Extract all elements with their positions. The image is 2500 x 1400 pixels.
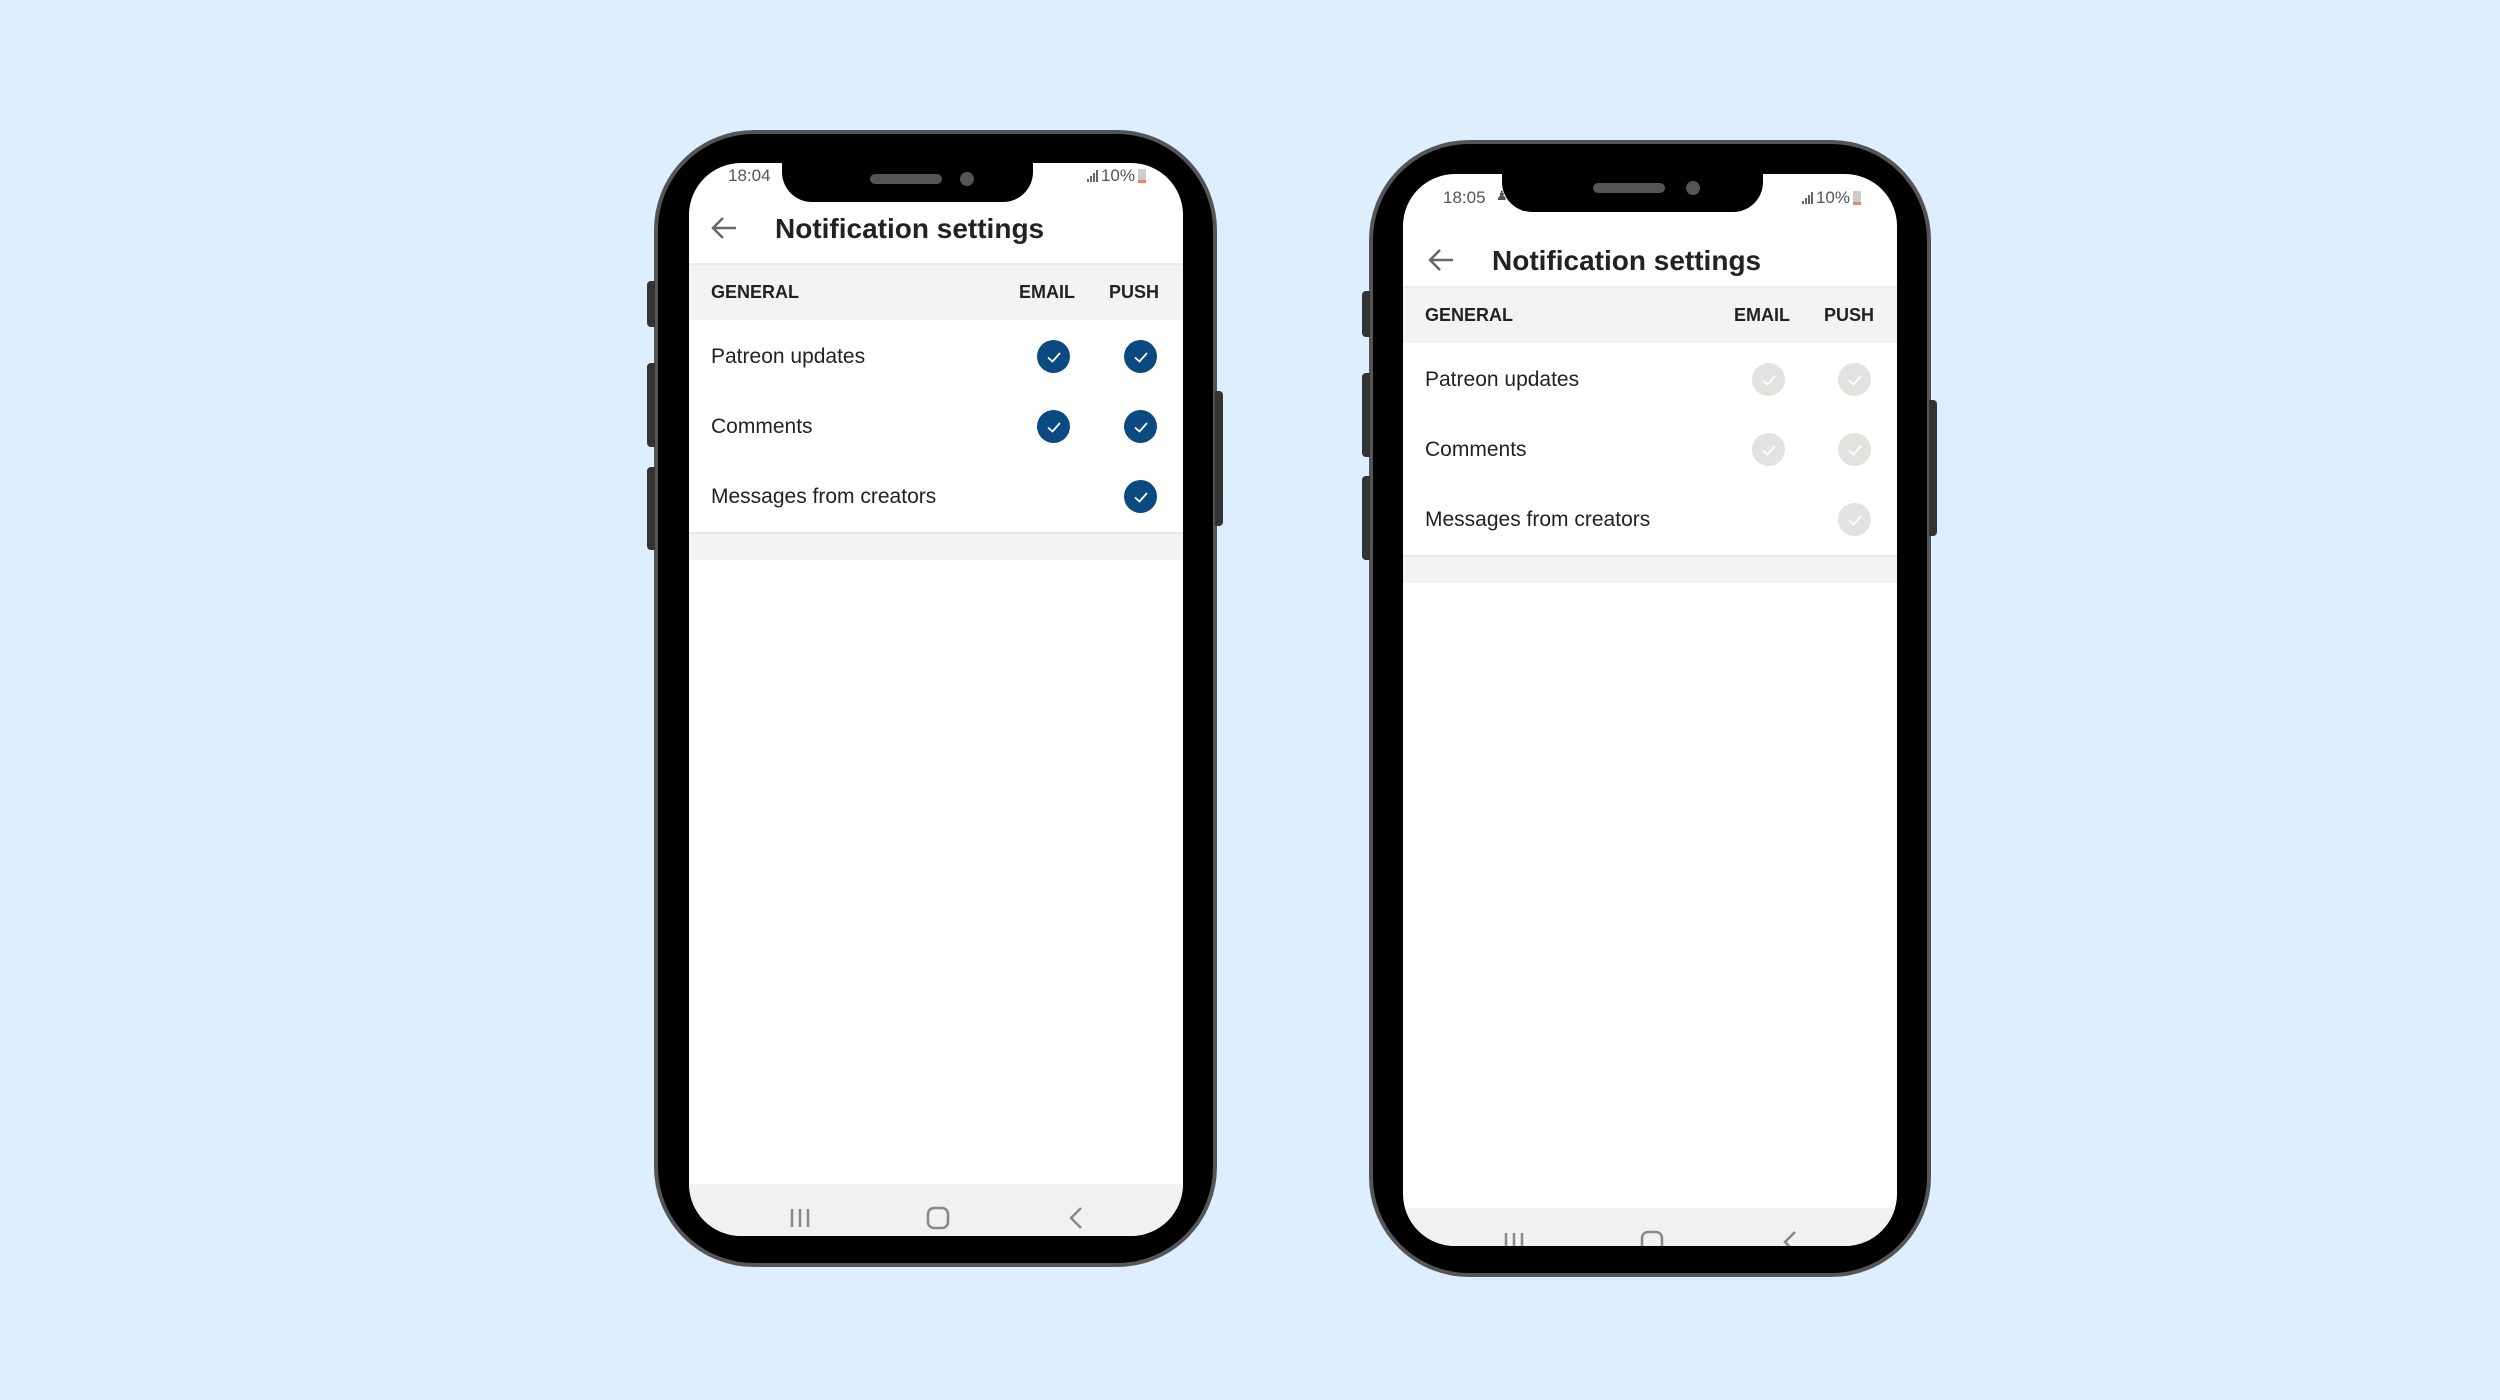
- checkmark-icon: [1761, 374, 1776, 386]
- push-checkbox[interactable]: [1124, 480, 1157, 513]
- camera: [1686, 181, 1700, 195]
- column-header-push: PUSH: [1824, 305, 1875, 325]
- section-title: GENERAL: [1425, 305, 1514, 325]
- push-checkbox[interactable]: [1838, 433, 1871, 466]
- checkmark-icon: [1847, 444, 1862, 456]
- home-icon[interactable]: [1640, 1230, 1664, 1246]
- row-label: Comments: [711, 415, 813, 438]
- row-label: Messages from creators: [1425, 508, 1651, 531]
- recents-icon[interactable]: [1502, 1230, 1526, 1246]
- push-checkbox[interactable]: [1838, 363, 1871, 396]
- row-label: Patreon updates: [1425, 368, 1580, 391]
- checkmark-icon: [1133, 491, 1148, 503]
- checkmark-icon: [1046, 351, 1061, 363]
- settings-row: Messages from creators: [689, 461, 1183, 531]
- home-icon[interactable]: [926, 1206, 950, 1230]
- settings-row: Comments: [689, 391, 1183, 461]
- push-checkbox[interactable]: [1124, 410, 1157, 443]
- row-label: Patreon updates: [711, 345, 866, 368]
- column-header-email: EMAIL: [1019, 282, 1075, 302]
- notch: [1502, 174, 1763, 212]
- speaker: [870, 174, 942, 184]
- recents-icon[interactable]: [788, 1206, 812, 1230]
- page-title: Notification settings: [1492, 245, 1762, 276]
- section-header-general: GENERAL EMAIL PUSH: [1403, 288, 1897, 343]
- system-navbar: [1403, 1208, 1897, 1246]
- push-checkbox[interactable]: [1124, 340, 1157, 373]
- back-arrow-icon[interactable]: [1427, 248, 1455, 272]
- row-label: Messages from creators: [711, 485, 937, 508]
- settings-row: Comments: [1403, 414, 1897, 484]
- column-header-email: EMAIL: [1734, 305, 1790, 325]
- email-checkbox[interactable]: [1037, 410, 1070, 443]
- phone-screen: 18:05 ♟ 10% Notification settings GENERA…: [1403, 174, 1897, 1246]
- checkmark-icon: [1847, 374, 1862, 386]
- phone-power-button: [1215, 391, 1223, 526]
- list-footer: [689, 532, 1183, 560]
- list-footer: [1403, 555, 1897, 583]
- speaker: [1593, 183, 1665, 193]
- phone-screen: 18:04 ♟ 10% Notification settings GENERA…: [689, 163, 1183, 1236]
- phone-volume-down-button: [1362, 476, 1370, 560]
- camera: [960, 172, 974, 186]
- phone-side-button: [647, 281, 655, 327]
- checkmark-icon: [1761, 444, 1776, 456]
- section-header-general: GENERAL EMAIL PUSH: [689, 265, 1183, 320]
- phone-power-button: [1929, 400, 1937, 536]
- checkmark-icon: [1133, 351, 1148, 363]
- page-title: Notification settings: [775, 213, 1045, 244]
- column-header-push: PUSH: [1109, 282, 1160, 302]
- phone-volume-down-button: [647, 467, 655, 550]
- row-label: Comments: [1425, 438, 1527, 461]
- back-arrow-icon[interactable]: [710, 216, 738, 240]
- phone-volume-up-button: [647, 363, 655, 447]
- checkmark-icon: [1046, 421, 1061, 433]
- checkmark-icon: [1847, 514, 1862, 526]
- email-checkbox[interactable]: [1752, 363, 1785, 396]
- email-checkbox[interactable]: [1752, 433, 1785, 466]
- nav-back-icon[interactable]: [1066, 1206, 1086, 1230]
- email-checkbox[interactable]: [1037, 340, 1070, 373]
- section-title: GENERAL: [711, 282, 800, 302]
- nav-back-icon[interactable]: [1780, 1230, 1800, 1246]
- notch: [782, 163, 1033, 202]
- phone-side-button: [1362, 291, 1370, 337]
- settings-row: Messages from creators: [1403, 484, 1897, 554]
- push-checkbox[interactable]: [1838, 503, 1871, 536]
- settings-row: Patreon updates: [689, 321, 1183, 391]
- phone-volume-up-button: [1362, 373, 1370, 457]
- system-navbar: [689, 1184, 1183, 1236]
- settings-row: Patreon updates: [1403, 344, 1897, 414]
- checkmark-icon: [1133, 421, 1148, 433]
